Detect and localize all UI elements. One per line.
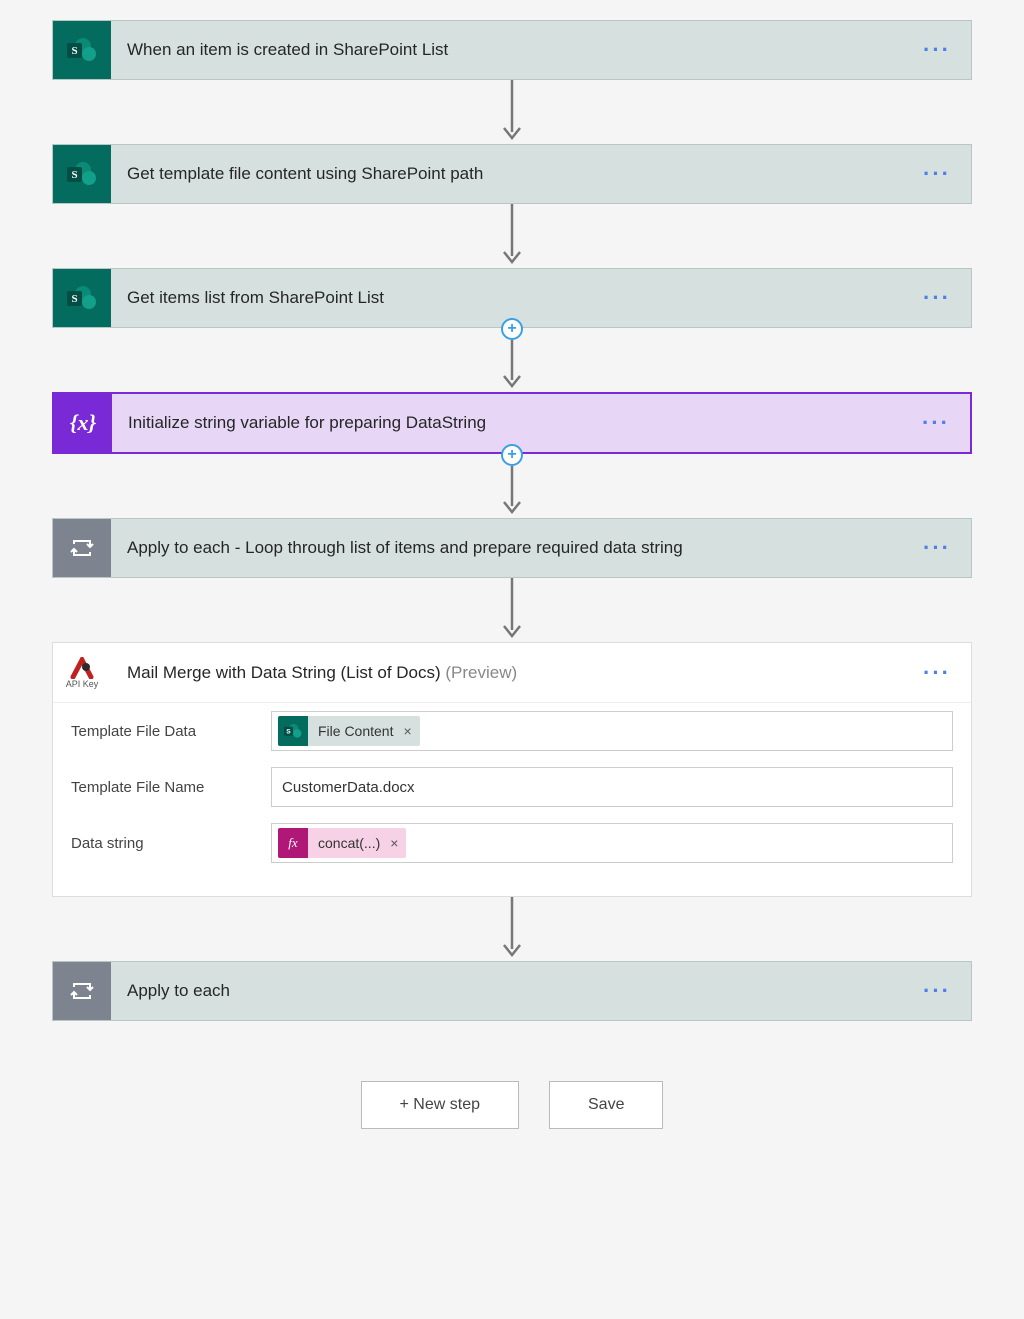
svg-text:S: S [71, 45, 77, 57]
loop-icon [53, 519, 111, 577]
step-title: When an item is created in SharePoint Li… [111, 40, 903, 60]
new-step-button[interactable]: + New step [361, 1081, 519, 1129]
connector [500, 80, 524, 144]
token-remove-button[interactable]: × [403, 723, 419, 739]
step-menu-button[interactable]: ··· [902, 410, 970, 436]
insert-step-button[interactable]: + [501, 444, 523, 466]
step-menu-button[interactable]: ··· [903, 285, 971, 311]
field-template-file-name: Template File Name CustomerData.docx [53, 759, 971, 815]
connector [500, 897, 524, 961]
connector-with-plus: + [500, 454, 524, 518]
svg-text:S: S [286, 728, 291, 735]
step-header: API Key Mail Merge with Data String (Lis… [53, 643, 971, 703]
connector-with-plus: + [500, 328, 524, 392]
field-input[interactable]: S File Content × [271, 711, 953, 751]
footer-actions: + New step Save [361, 1081, 664, 1129]
sharepoint-icon: S [53, 269, 111, 327]
field-data-string: Data string fx concat(...) × [53, 815, 971, 871]
insert-step-button[interactable]: + [501, 318, 523, 340]
step-menu-button[interactable]: ··· [903, 660, 971, 686]
step-when-item-created[interactable]: S When an item is created in SharePoint … [52, 20, 972, 80]
step-apply-to-each-loop[interactable]: Apply to each - Loop through list of ite… [52, 518, 972, 578]
connector [500, 578, 524, 642]
sharepoint-icon: S [53, 145, 111, 203]
step-get-template-file[interactable]: S Get template file content using ShareP… [52, 144, 972, 204]
save-button[interactable]: Save [549, 1081, 663, 1129]
step-menu-button[interactable]: ··· [903, 978, 971, 1004]
fx-token-icon: fx [278, 828, 308, 858]
svg-text:S: S [71, 169, 77, 181]
sharepoint-token-icon: S [278, 716, 308, 746]
step-title: Initialize string variable for preparing… [112, 413, 902, 433]
step-menu-button[interactable]: ··· [903, 161, 971, 187]
loop-icon [53, 962, 111, 1020]
sharepoint-icon: S [53, 21, 111, 79]
token-file-content[interactable]: S File Content × [278, 716, 420, 746]
field-label: Data string [71, 835, 271, 852]
step-title: Get items list from SharePoint List [111, 288, 903, 308]
step-title: Apply to each [111, 981, 903, 1001]
field-input[interactable]: CustomerData.docx [271, 767, 953, 807]
token-remove-button[interactable]: × [390, 835, 406, 851]
apikey-label: API Key [66, 679, 99, 689]
token-label: File Content [308, 723, 403, 739]
variable-icon: {x} [54, 394, 112, 452]
step-title: Mail Merge with Data String (List of Doc… [111, 663, 903, 683]
svg-text:S: S [71, 293, 77, 305]
step-mail-merge[interactable]: API Key Mail Merge with Data String (Lis… [52, 642, 972, 897]
token-concat-expression[interactable]: fx concat(...) × [278, 828, 406, 858]
field-label: Template File Data [71, 723, 271, 740]
field-input[interactable]: fx concat(...) × [271, 823, 953, 863]
field-template-file-data: Template File Data S File Content × [53, 703, 971, 759]
step-apply-to-each[interactable]: Apply to each ··· [52, 961, 972, 1021]
token-label: concat(...) [308, 835, 390, 851]
step-menu-button[interactable]: ··· [903, 37, 971, 63]
apikey-icon: API Key [53, 644, 111, 702]
connector [500, 204, 524, 268]
preview-badge: (Preview) [445, 663, 517, 682]
step-title: Get template file content using SharePoi… [111, 164, 903, 184]
field-label: Template File Name [71, 779, 271, 796]
flow-designer: S When an item is created in SharePoint … [20, 20, 1004, 1129]
step-title: Apply to each - Loop through list of ite… [111, 538, 903, 558]
step-title-text: Mail Merge with Data String (List of Doc… [127, 663, 441, 682]
step-menu-button[interactable]: ··· [903, 535, 971, 561]
